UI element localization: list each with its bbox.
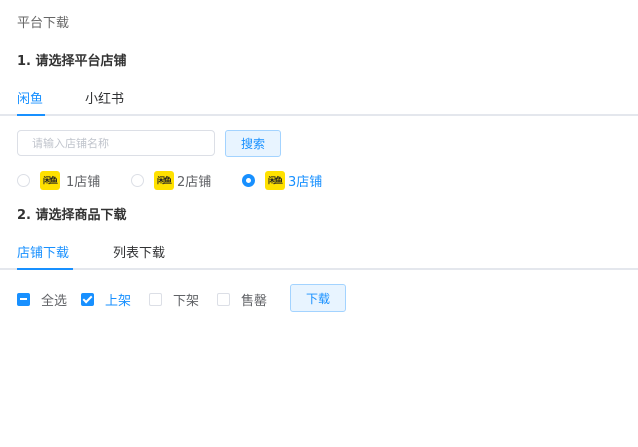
store-label: 2店铺 [177,174,212,190]
page-title: 平台下载 [17,16,70,31]
off-shelf-checkbox[interactable]: 下架 [149,289,199,309]
tab-active-indicator [17,268,73,270]
on-shelf-checkbox[interactable]: 上架 [81,289,131,309]
store-search-input[interactable] [17,130,215,156]
download-button[interactable]: 下载 [290,284,346,312]
store-option-1[interactable]: 闲鱼 1店铺 [17,170,100,190]
radio-button[interactable] [131,173,144,187]
xianyu-logo-icon: 闲鱼 [40,170,60,190]
xianyu-logo-icon: 闲鱼 [265,170,285,190]
store-label: 1店铺 [66,174,101,190]
checkbox-label: 下架 [173,293,200,309]
xianyu-logo-icon: 闲鱼 [154,170,174,190]
indeterminate-checkbox-icon[interactable] [17,292,30,306]
step2-title: 2. 请选择商品下载 [17,208,127,223]
download-mode-tabs: 店铺下载 列表下载 [0,240,638,270]
checkbox-icon[interactable] [149,292,162,306]
tab-active-indicator [17,114,45,116]
tab-list-download[interactable]: 列表下载 [113,242,165,261]
tab-xianyu[interactable]: 闲鱼 [17,88,43,107]
tab-xiaohongshu[interactable]: 小红书 [85,88,124,107]
search-button[interactable]: 搜索 [225,130,281,157]
checkbox-label: 上架 [105,293,132,309]
step1-title: 1. 请选择平台店铺 [17,54,127,69]
store-label: 3店铺 [288,174,323,190]
tab-store-download[interactable]: 店铺下载 [17,242,69,261]
sold-out-checkbox[interactable]: 售罄 [217,289,267,309]
checkbox-label: 售罄 [241,293,268,309]
radio-button[interactable] [17,173,30,187]
checkbox-icon[interactable] [217,292,230,306]
radio-button-checked[interactable] [242,173,255,187]
checkbox-label: 全选 [41,293,68,309]
platform-tabs: 闲鱼 小红书 [0,86,638,116]
store-option-3[interactable]: 闲鱼 3店铺 [242,170,322,190]
checked-checkbox-icon[interactable] [81,292,94,306]
store-option-2[interactable]: 闲鱼 2店铺 [131,170,211,190]
select-all-checkbox[interactable]: 全选 [17,289,67,309]
